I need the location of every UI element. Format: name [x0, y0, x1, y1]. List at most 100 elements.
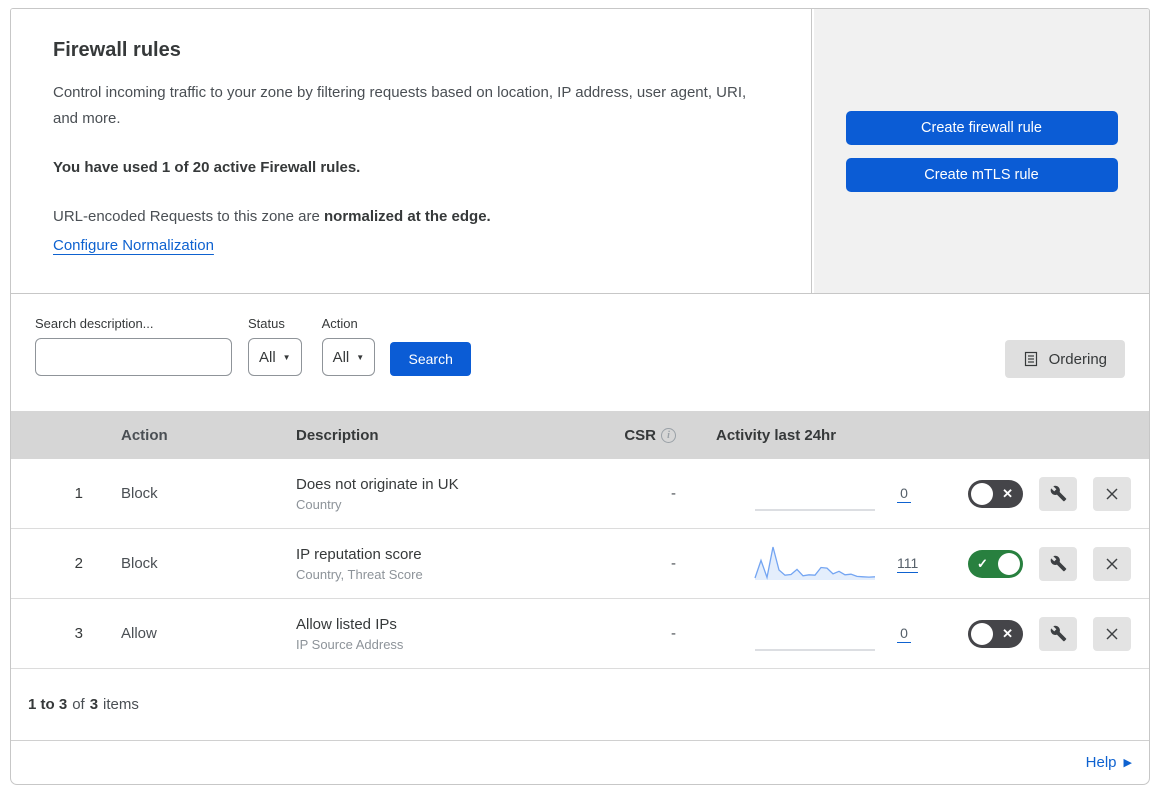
x-icon: ✕ — [1002, 485, 1013, 501]
help-row: Help ▶ — [11, 741, 1149, 784]
page-title: Firewall rules — [53, 39, 181, 61]
header-action: Action — [121, 426, 168, 444]
rule-enabled-toggle[interactable]: ✓ ✕ — [968, 479, 1023, 508]
items-count-row: 1 to 3 of 3 items — [11, 669, 1149, 741]
chevron-down-icon: ▼ — [282, 352, 291, 362]
close-icon — [1106, 558, 1118, 569]
rule-description: Allow listed IPs — [296, 615, 397, 633]
help-label: Help — [1085, 754, 1117, 771]
table-row: 3 Allow Allow listed IPs IP Source Addre… — [11, 599, 1149, 669]
rule-csr-value: - — [671, 555, 676, 572]
wrench-icon — [1050, 555, 1066, 572]
edit-rule-button[interactable] — [1039, 546, 1077, 581]
page-description: Control incoming traffic to your zone by… — [53, 84, 747, 128]
delete-rule-button[interactable] — [1093, 476, 1131, 511]
close-icon — [1106, 488, 1118, 499]
rule-description-cell: Allow listed IPs IP Source Address — [281, 616, 586, 652]
rule-enabled-toggle[interactable]: ✓ ✕ — [968, 549, 1023, 578]
rule-description-cell: IP reputation score Country, Threat Scor… — [281, 546, 586, 582]
rule-action: Block — [121, 555, 158, 572]
edit-rule-button[interactable] — [1039, 476, 1077, 511]
toggle-knob — [971, 622, 993, 645]
close-icon — [1106, 628, 1118, 639]
rule-action: Block — [121, 485, 158, 502]
status-value: All — [259, 348, 276, 366]
activity-sparkline — [751, 615, 879, 653]
delete-rule-button[interactable] — [1093, 546, 1131, 581]
search-input[interactable] — [52, 349, 233, 365]
search-box — [35, 338, 233, 376]
items-of-text: of — [72, 696, 85, 713]
rule-csr-value: - — [671, 625, 676, 642]
edit-rule-button[interactable] — [1039, 616, 1077, 651]
check-icon: ✓ — [977, 555, 988, 571]
rule-csr-value: - — [671, 485, 676, 502]
action-dropdown[interactable]: All ▼ — [321, 338, 376, 376]
chevron-down-icon: ▼ — [356, 352, 365, 362]
ordering-button[interactable]: Ordering — [1004, 340, 1125, 378]
cta-panel: Create firewall rule Create mTLS rule — [814, 9, 1149, 293]
table-row: 1 Block Does not originate in UK Country… — [11, 459, 1149, 529]
firewall-rules-page: Firewall rules Control incoming traffic … — [0, 0, 1161, 791]
create-mtls-rule-button[interactable]: Create mTLS rule — [845, 157, 1118, 192]
x-icon: ✕ — [1002, 625, 1013, 641]
header-csr-label: CSR — [624, 426, 656, 444]
wrench-icon — [1050, 625, 1066, 642]
rule-controls: ✓ ✕ — [936, 476, 1149, 511]
help-link[interactable]: Help ▶ — [1086, 754, 1132, 771]
status-filter-group: Status All ▼ — [248, 316, 302, 376]
rule-criteria: Country, Threat Score — [296, 566, 423, 582]
rule-activity-cell: 0 — [701, 475, 936, 513]
activity-sparkline — [751, 475, 879, 513]
rule-enabled-toggle[interactable]: ✓ ✕ — [968, 619, 1023, 648]
items-total: 3 — [89, 696, 99, 713]
wrench-icon — [1050, 485, 1066, 502]
search-button[interactable]: Search — [390, 342, 472, 376]
header-activity: Activity last 24hr — [716, 426, 837, 444]
usage-summary: You have used 1 of 20 active Firewall ru… — [53, 158, 361, 176]
rule-criteria: Country — [296, 496, 342, 512]
normalization-bold: normalized at the edge. — [324, 207, 491, 225]
table-row: 2 Block IP reputation score Country, Thr… — [11, 529, 1149, 599]
arrow-right-icon: ▶ — [1123, 757, 1132, 769]
items-range: 1 to 3 — [28, 696, 68, 713]
row-number: 1 — [74, 485, 83, 502]
rule-description: IP reputation score — [296, 545, 422, 563]
items-label: items — [103, 696, 139, 713]
firewall-rules-panel: Firewall rules Control incoming traffic … — [10, 8, 1150, 785]
rule-controls: ✓ ✕ — [936, 546, 1149, 581]
table-header: Action Description CSR i Activity last 2… — [11, 411, 1149, 459]
row-number: 2 — [74, 555, 83, 572]
action-filter-group: Action All ▼ — [321, 316, 376, 376]
header-description: Description — [296, 426, 379, 444]
rule-description: Does not originate in UK — [296, 475, 459, 493]
rule-criteria: IP Source Address — [296, 636, 404, 652]
intro-card: Firewall rules Control incoming traffic … — [11, 9, 812, 293]
list-icon — [1024, 351, 1037, 367]
status-dropdown[interactable]: All ▼ — [248, 338, 302, 376]
create-firewall-rule-button[interactable]: Create firewall rule — [845, 110, 1118, 145]
status-label: Status — [248, 316, 285, 331]
rule-activity-cell: 0 — [701, 615, 936, 653]
normalization-text: URL-encoded Requests to this zone are — [53, 207, 324, 225]
toggle-knob — [971, 482, 993, 505]
header-csr: CSR i — [586, 427, 701, 444]
normalization-note: URL-encoded Requests to this zone are no… — [53, 206, 769, 229]
search-group: Search description... — [35, 316, 233, 376]
activity-sparkline — [751, 545, 879, 583]
header-section: Firewall rules Control incoming traffic … — [11, 9, 1149, 294]
configure-normalization-link[interactable]: Configure Normalization — [53, 237, 214, 254]
ordering-label: Ordering — [1048, 350, 1107, 368]
row-number: 3 — [74, 625, 83, 642]
rule-activity-cell: 111 — [701, 545, 936, 583]
search-label: Search description... — [35, 316, 154, 331]
rules-table-body: 1 Block Does not originate in UK Country… — [11, 459, 1149, 669]
info-icon[interactable]: i — [661, 427, 676, 443]
activity-count-link[interactable]: 0 — [897, 625, 911, 643]
rule-controls: ✓ ✕ — [936, 616, 1149, 651]
toggle-knob — [998, 552, 1020, 575]
delete-rule-button[interactable] — [1093, 616, 1131, 651]
activity-count-link[interactable]: 111 — [897, 555, 919, 573]
filters-bar: Search description... Status All ▼ Actio… — [11, 294, 1149, 411]
activity-count-link[interactable]: 0 — [897, 485, 911, 503]
